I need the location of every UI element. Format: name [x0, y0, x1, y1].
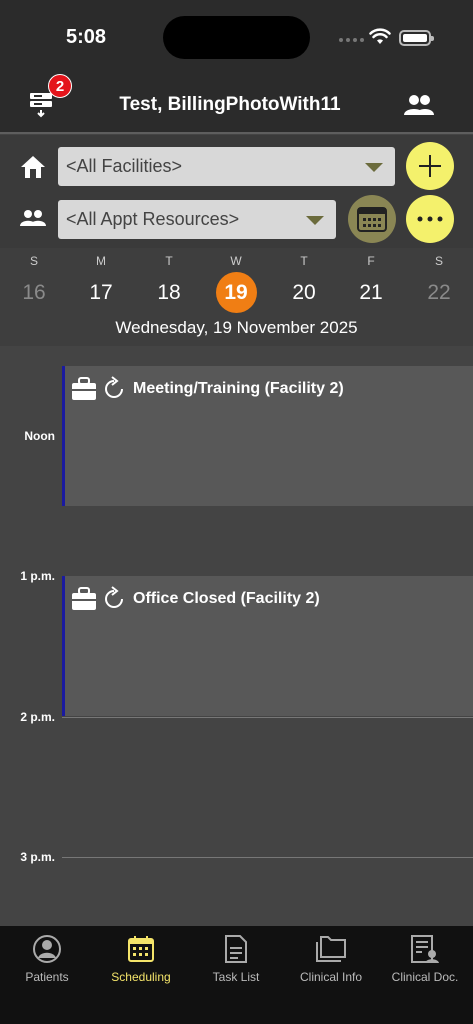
day-letter: T [165, 254, 173, 268]
week-strip: S 16 M 17 T 18 W 19 T 20 F 21 S 22 Wedne… [0, 248, 473, 346]
people-icon [20, 210, 46, 226]
home-icon [21, 156, 45, 178]
briefcase-icon [72, 377, 96, 400]
hour-label: 2 p.m. [20, 710, 55, 724]
person-circle-icon [33, 935, 61, 963]
tab-label: Scheduling [111, 970, 171, 984]
signal-icon [339, 38, 364, 42]
appointment-title: Meeting/Training (Facility 2) [133, 380, 344, 397]
facility-select[interactable]: <All Facilities> [58, 147, 395, 186]
day-number: 18 [157, 281, 181, 304]
day-number: 17 [89, 281, 113, 304]
calendar-button[interactable] [348, 195, 396, 243]
day-letter: F [367, 254, 375, 268]
day-number: 22 [427, 281, 451, 304]
tab-task-list[interactable]: Task List [189, 932, 283, 984]
day-letter: S [434, 254, 443, 268]
dynamic-island [163, 16, 310, 59]
day-number: 21 [359, 281, 383, 304]
notification-badge: 2 [48, 74, 72, 98]
status-bar: 5:08 [0, 0, 473, 76]
more-options-button[interactable] [406, 195, 454, 243]
tab-clinical-doc[interactable]: Clinical Doc. [378, 932, 472, 984]
day-number: 16 [22, 281, 46, 304]
tab-bar: Patients Scheduling Task List Clinical I… [0, 926, 473, 1024]
hour-label: 1 p.m. [20, 569, 55, 583]
tab-scheduling[interactable]: Scheduling [94, 932, 188, 984]
day-sunday[interactable]: S 16 [11, 248, 57, 306]
day-letter: S [29, 254, 38, 268]
tab-label: Task List [212, 970, 260, 984]
people-icon[interactable] [404, 94, 434, 116]
chevron-down-icon [365, 163, 383, 172]
add-button[interactable] [406, 142, 454, 190]
calendar-icon [357, 207, 387, 232]
day-letter: M [96, 254, 106, 268]
day-letter: T [300, 254, 308, 268]
ellipsis-icon [417, 216, 443, 222]
hour-line [62, 717, 473, 718]
tab-label: Clinical Info [299, 970, 363, 984]
day-number: 20 [292, 281, 316, 304]
document-icon [225, 935, 247, 963]
day-saturday[interactable]: S 22 [416, 248, 462, 306]
tab-clinical-info[interactable]: Clinical Info [284, 932, 378, 984]
recurring-icon [105, 586, 123, 608]
selected-date-label: Wednesday, 19 November 2025 [115, 318, 358, 337]
day-number: 19 [215, 272, 257, 313]
briefcase-icon [72, 587, 96, 610]
tab-patients[interactable]: Patients [0, 932, 94, 984]
hour-label: Noon [24, 429, 55, 443]
appointment-block[interactable]: Office Closed (Facility 2) [62, 576, 473, 716]
appointment-block[interactable]: Meeting/Training (Facility 2) [62, 366, 473, 506]
day-thursday[interactable]: T 20 [281, 248, 327, 306]
hour-label: 3 p.m. [20, 850, 55, 864]
calendar-icon [128, 936, 154, 962]
patient-name-title: Test, BillingPhotoWith11 [119, 94, 341, 115]
battery-icon [399, 30, 434, 46]
plus-icon [419, 155, 441, 177]
day-timeline[interactable]: Meeting/Training (Facility 2) Noon 1 p.m… [0, 346, 473, 926]
facility-select-value: <All Facilities> [66, 156, 183, 176]
status-time: 5:08 [66, 26, 107, 48]
recurring-icon [105, 376, 123, 398]
wifi-icon [369, 28, 391, 44]
hour-line [62, 857, 473, 858]
day-wednesday-selected[interactable]: W 19 [213, 248, 259, 313]
day-monday[interactable]: M 17 [78, 248, 124, 306]
resource-select[interactable]: <All Appt Resources> [58, 200, 336, 239]
chevron-down-icon [306, 216, 324, 225]
day-tuesday[interactable]: T 18 [146, 248, 192, 306]
tab-label: Patients [25, 970, 69, 984]
clinical-document-icon [411, 935, 439, 963]
appointment-title: Office Closed (Facility 2) [133, 590, 320, 607]
day-letter: W [230, 254, 242, 268]
filter-panel: <All Facilities> <All Appt Resources> [0, 135, 473, 248]
resource-select-value: <All Appt Resources> [66, 209, 240, 229]
folders-icon [316, 936, 346, 962]
day-friday[interactable]: F 21 [348, 248, 394, 306]
tab-label: Clinical Doc. [391, 970, 459, 984]
